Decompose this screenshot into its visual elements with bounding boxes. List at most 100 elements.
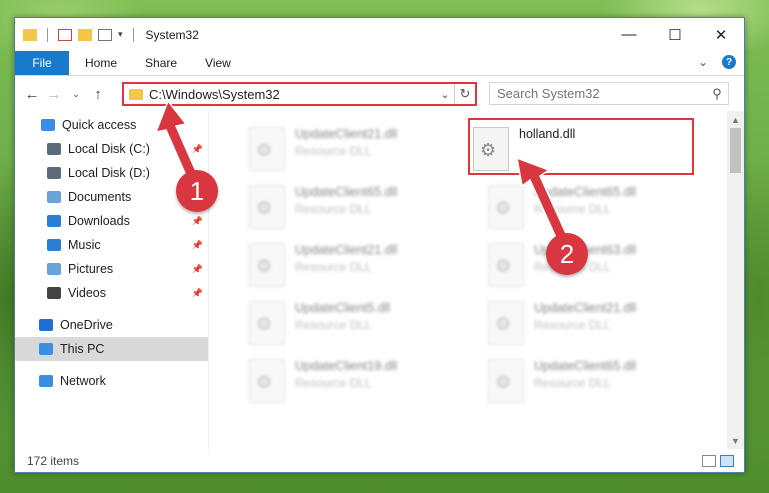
sidebar-item-local-disk-c[interactable]: Local Disk (C:) 📌 [15,137,208,161]
address-path[interactable]: C:\Windows\System32 [149,87,436,102]
dll-file-icon [249,359,285,403]
pin-icon: 📌 [191,215,203,226]
sidebar-item-label: Quick access [62,118,137,132]
recent-locations-icon[interactable]: ⌄ [65,89,87,100]
search-box[interactable]: ⚲ [489,82,729,105]
navigation-bar: ← → ⌄ ↑ C:\Windows\System32 ⌄ ↻ ⚲ [15,76,744,112]
file-item[interactable]: UpdateClient65.dll Resource DLL [229,179,449,229]
sidebar-item-music[interactable]: Music 📌 [15,233,208,257]
file-name: UpdateClient19.dll [295,359,398,373]
sidebar-item-downloads[interactable]: Downloads 📌 [15,209,208,233]
sidebar-item-label: Music [68,238,101,252]
title-bar: ▾ System32 — ☐ ✕ [15,18,744,51]
file-list: UpdateClient65.dllResource DLLUpdateClie… [209,111,744,449]
file-name: UpdateClient65.dll [295,185,398,199]
search-icon[interactable]: ⚲ [706,86,728,102]
sidebar-item-label: Videos [68,286,106,300]
expand-ribbon-icon[interactable]: ⌄ [698,55,708,69]
sidebar-item-videos[interactable]: Videos 📌 [15,281,208,305]
maximize-button[interactable]: ☐ [652,18,698,51]
chevron-down-icon[interactable]: ▾ [118,29,123,40]
pin-icon: 📌 [191,263,203,274]
file-item[interactable]: UpdateClient65.dll Resource DLL [468,353,688,403]
file-name: UpdateClient21.dll [295,127,398,141]
file-type: Resource DLL [295,260,372,274]
details-view-icon[interactable] [702,455,716,467]
file-item[interactable]: UpdateClient21.dll Resource DLL [229,121,449,171]
file-type: Resource DLL [534,376,611,390]
item-count: 172 items [27,453,80,468]
file-item[interactable]: UpdateClient21.dll Resource DLL [229,237,449,287]
scroll-up-icon[interactable]: ▲ [727,111,744,128]
file-item[interactable]: UpdateClient21.dll Resource DLL [468,295,688,345]
network-icon [39,375,53,387]
file-name: UpdateClient21.dll [295,243,398,257]
customize-toolbar-icon[interactable] [98,28,112,41]
minimize-button[interactable]: — [606,18,652,51]
drive-icon [47,167,61,179]
refresh-icon[interactable]: ↻ [454,84,475,104]
folder-icon [23,28,37,41]
pictures-icon [47,263,61,275]
file-item[interactable]: UpdateClient65.dll Resource DLL [468,179,688,229]
sidebar-item-this-pc[interactable]: This PC [15,337,208,361]
sidebar-item-network[interactable]: Network [15,369,208,393]
scroll-thumb[interactable] [730,128,741,173]
file-type: Resource DLL [295,202,372,216]
sidebar-item-quick-access[interactable]: Quick access [15,113,208,137]
tab-share[interactable]: Share [131,51,191,75]
dll-file-icon [249,127,285,171]
close-button[interactable]: ✕ [698,18,744,51]
dll-file-icon [488,185,524,229]
file-type: Resource DLL [295,318,372,332]
drive-icon [47,143,61,155]
help-icon[interactable]: ? [722,55,736,69]
step-badge-1: 1 [176,170,218,212]
step-badge-2: 2 [546,233,588,275]
highlight-box [468,118,694,175]
dll-file-icon [488,359,524,403]
pin-icon: 📌 [191,143,203,154]
sidebar-item-pictures[interactable]: Pictures 📌 [15,257,208,281]
dll-file-icon [488,243,524,287]
tab-file[interactable]: File [15,51,69,75]
up-arrow-icon[interactable]: ↑ [87,86,109,103]
file-name: UpdateClient65.dll [534,359,637,373]
sidebar-item-label: Pictures [68,262,114,276]
back-arrow-icon[interactable]: ← [21,86,43,103]
search-input[interactable] [490,85,706,102]
file-explorer-window: ▾ System32 — ☐ ✕ File Home Share View ⌄ … [14,17,745,473]
dll-file-icon [249,243,285,287]
tab-home[interactable]: Home [69,51,131,75]
file-type: Resource DLL [534,318,611,332]
pin-icon: 📌 [191,239,203,250]
file-name: UpdateClient65.dll [534,185,637,199]
vertical-scrollbar[interactable]: ▲ ▼ [727,111,744,449]
videos-icon [47,287,61,299]
address-bar[interactable]: C:\Windows\System32 ⌄ ↻ [122,82,477,106]
navigation-pane: Quick access Local Disk (C:) 📌 Local Disk (… [15,111,209,449]
file-type: Resource DLL [295,376,372,390]
ribbon-tabs: File Home Share View ⌄ ? [15,51,744,76]
separator [47,27,48,42]
scroll-down-icon[interactable]: ▼ [727,432,744,449]
forward-arrow-icon[interactable]: → [43,86,65,103]
folder-icon [129,88,143,100]
sidebar-item-onedrive[interactable]: OneDrive [15,313,208,337]
new-folder-icon[interactable] [78,28,92,41]
file-type: Resource DLL [295,144,372,158]
separator [132,27,134,42]
pin-icon: 📌 [191,287,203,298]
documents-icon [47,191,61,203]
file-item[interactable]: UpdateClient5.dll Resource DLL [229,295,449,345]
large-icons-view-icon[interactable] [720,455,734,467]
file-item[interactable]: UpdateClient19.dll Resource DLL [229,353,449,403]
chevron-down-icon[interactable]: ⌄ [436,88,454,101]
properties-icon[interactable] [58,28,72,41]
sidebar-item-label: Downloads [68,214,130,228]
download-icon [47,215,61,227]
tab-view[interactable]: View [191,51,245,75]
sidebar-item-label: Network [60,374,106,388]
file-name: UpdateClient5.dll [295,301,391,315]
status-bar: 172 items [15,449,744,472]
